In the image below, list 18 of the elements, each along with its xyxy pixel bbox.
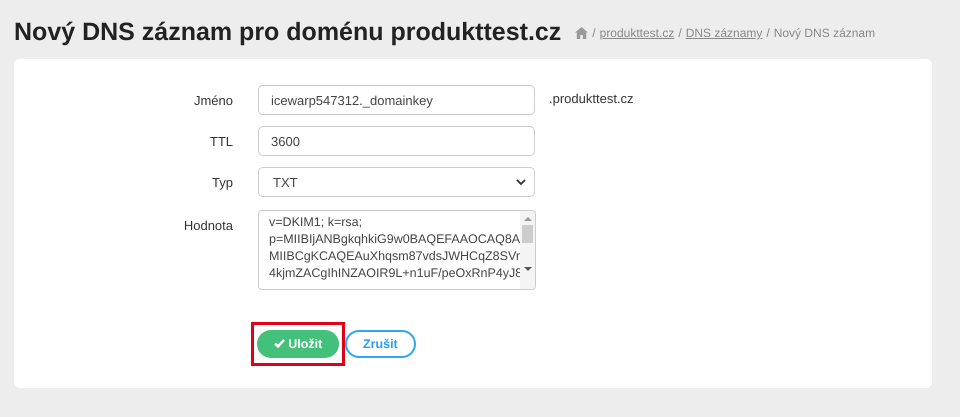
field-label: Hodnota: [182, 217, 234, 233]
page-title: Nový DNS záznam pro doménu produkttest.cz: [14, 18, 562, 46]
field-label: Jméno: [192, 92, 234, 108]
ttl-field[interactable]: 3600: [258, 126, 535, 156]
domain-suffix: .produkttest.cz: [549, 91, 634, 106]
scrollbar[interactable]: [520, 211, 535, 289]
field-label: TTL: [208, 134, 234, 148]
home-icon[interactable]: [575, 27, 588, 39]
breadcrumb-separator: /: [766, 26, 770, 40]
breadcrumb-current: Nový DNS záznam: [774, 26, 876, 40]
breadcrumb-separator: /: [592, 26, 596, 40]
name-field[interactable]: icewarp547312._domainkey: [258, 85, 535, 115]
chevron-down-icon: [516, 178, 526, 186]
breadcrumb-separator: /: [678, 26, 682, 40]
field-label: Typ: [211, 174, 234, 190]
value-textarea[interactable]: v=DKIM1; k=rsa; p=MIIBIjANBgkqhkiG9w0BAQEFAAOCAQ8A MIIBCgKCAQEAuXhqsm87vdsJWHCqZ8SVr 4kjmZACgIhINZAOIR9L+n1uF/peOxRnP4yJ8: [258, 210, 536, 290]
check-icon: [274, 339, 285, 348]
type-select[interactable]: TXT: [258, 167, 535, 197]
